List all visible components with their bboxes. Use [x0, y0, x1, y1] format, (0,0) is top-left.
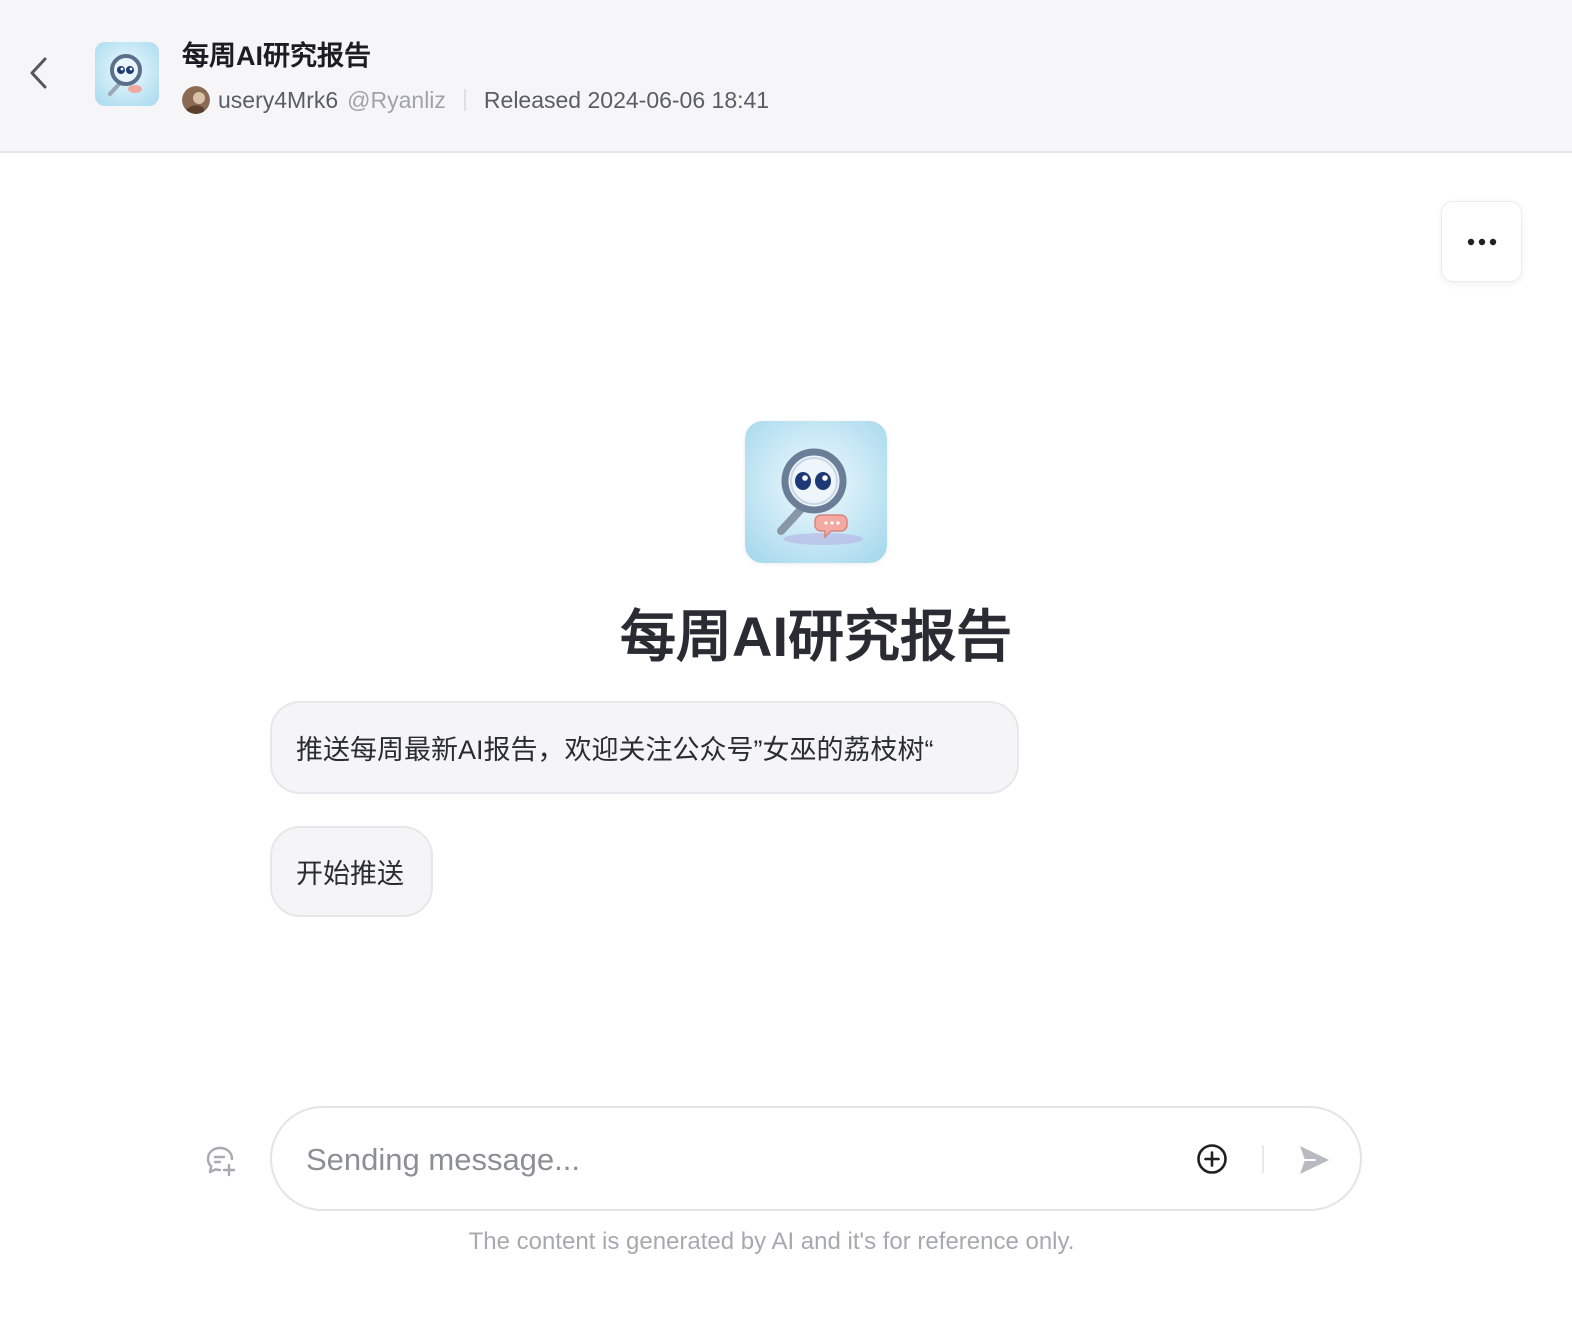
bot-name-heading: 每周AI研究报告 [620, 605, 1012, 668]
top-bar: 每周AI研究报告 usery4Mrk6 @Ryanliz Released 20… [0, 0, 1572, 153]
attach-button[interactable] [1194, 1141, 1230, 1177]
bot-avatar [95, 42, 159, 106]
release-date: Released 2024-06-06 18:41 [483, 86, 770, 113]
plus-circle-icon [1197, 1144, 1227, 1174]
send-icon [1300, 1146, 1329, 1174]
bot-title: 每周AI研究报告 [182, 41, 371, 71]
author-handle: @Ryanliz [347, 86, 446, 113]
send-button[interactable] [1292, 1138, 1336, 1182]
chevron-left-icon [30, 57, 47, 89]
bot-description: 推送每周最新AI报告，欢迎关注公众号”女巫的荔枝树“ [270, 701, 1019, 794]
more-options-button[interactable] [1441, 201, 1522, 282]
message-input[interactable] [306, 1134, 1166, 1186]
composer-divider [1262, 1145, 1264, 1173]
ellipsis-icon [1467, 238, 1496, 245]
bot-meta: usery4Mrk6 @Ryanliz Released 2024-06-06 … [182, 84, 769, 116]
meta-divider [463, 89, 466, 111]
message-composer [270, 1106, 1362, 1211]
new-chat-button[interactable] [200, 1140, 242, 1182]
back-button[interactable] [18, 52, 60, 94]
ai-disclaimer: The content is generated by AI and it's … [468, 1228, 1075, 1255]
author-name[interactable]: usery4Mrk6 [218, 87, 338, 114]
suggested-prompt-button[interactable]: 开始推送 [270, 826, 433, 917]
new-chat-icon [206, 1146, 236, 1177]
author-avatar[interactable] [182, 86, 210, 114]
bot-avatar-large [745, 421, 887, 563]
